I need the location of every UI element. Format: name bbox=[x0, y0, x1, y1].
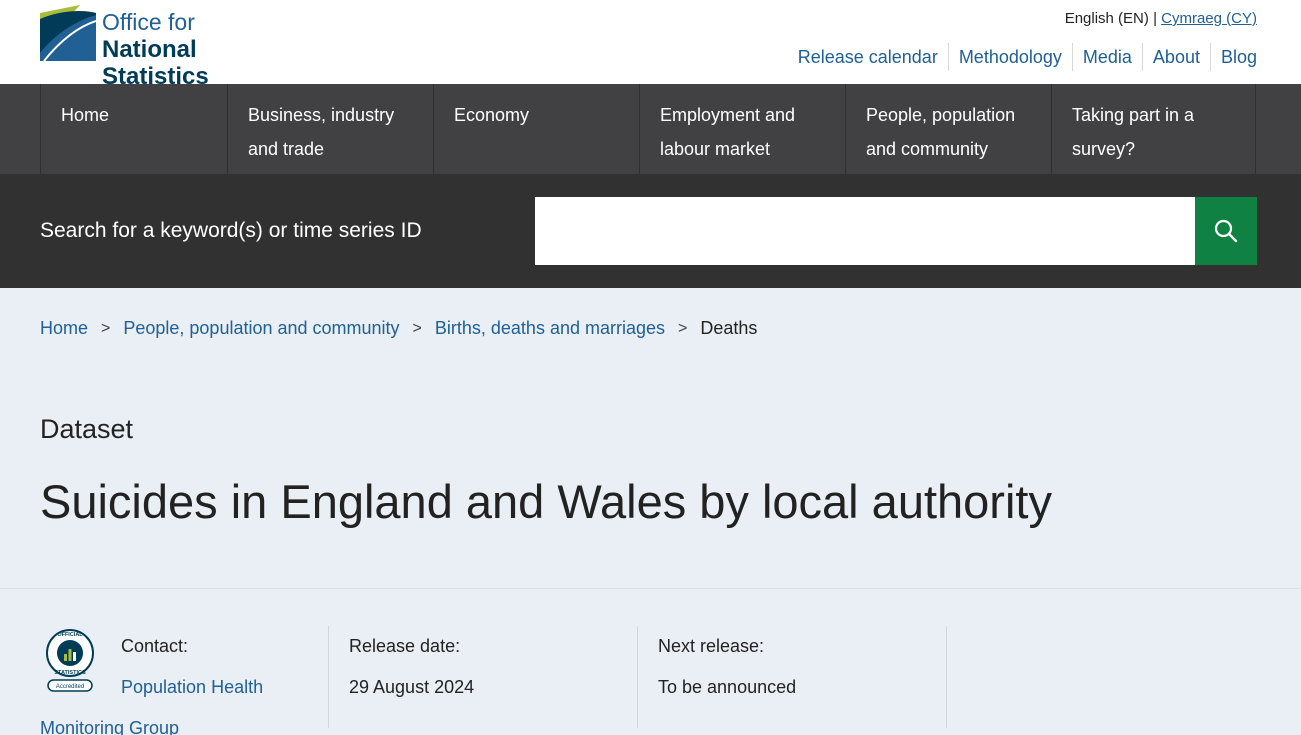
search-label: Search for a keyword(s) or time series I… bbox=[40, 219, 422, 242]
meta-divider bbox=[946, 626, 947, 728]
nav-item-label: Economy bbox=[454, 105, 530, 125]
nav-item-label: Taking part in a bbox=[1072, 105, 1195, 125]
breadcrumb-separator: > bbox=[678, 319, 688, 337]
nav-item-label: Home bbox=[61, 105, 110, 125]
release-date-value: 29 August 2024 bbox=[349, 677, 475, 697]
content-type-label: Dataset bbox=[40, 414, 134, 444]
nav-item-label: and community bbox=[866, 139, 989, 159]
logo-line-1: Office for bbox=[102, 9, 195, 35]
nav-item-employment[interactable]: Employment and labour market bbox=[639, 84, 845, 174]
ons-logo-icon bbox=[40, 5, 96, 61]
breadcrumb-separator: > bbox=[412, 319, 422, 337]
contact-link-line-2[interactable]: Monitoring Group bbox=[40, 718, 179, 735]
nav-item-economy[interactable]: Economy bbox=[433, 84, 639, 174]
next-release-label: Next release: bbox=[658, 636, 765, 656]
main-nav: Home Business, industry and trade Econom… bbox=[0, 84, 1301, 174]
page-title: Suicides in England and Wales by local a… bbox=[40, 475, 1052, 528]
meta-divider bbox=[328, 626, 329, 728]
page-header: Home > People, population and community … bbox=[0, 288, 1301, 588]
nav-item-people[interactable]: People, population and community bbox=[845, 84, 1051, 174]
breadcrumb: Home > People, population and community … bbox=[40, 318, 757, 339]
nav-item-business[interactable]: Business, industry and trade bbox=[227, 84, 433, 174]
search-bar: Search for a keyword(s) or time series I… bbox=[0, 174, 1301, 288]
nav-divider bbox=[1255, 84, 1256, 174]
nav-item-home[interactable]: Home bbox=[40, 84, 227, 174]
release-date-label: Release date: bbox=[349, 636, 461, 656]
ons-logo[interactable]: Office for National Statistics bbox=[40, 5, 310, 90]
breadcrumb-home[interactable]: Home bbox=[40, 318, 88, 339]
nav-item-label: People, population bbox=[866, 105, 1016, 125]
next-release-value: To be announced bbox=[658, 677, 797, 697]
breadcrumb-current: Deaths bbox=[700, 318, 758, 338]
release-calendar-link[interactable]: Release calendar bbox=[798, 43, 948, 71]
next-release-block: Next release: To be announced bbox=[658, 626, 938, 728]
release-date-block: Release date: 29 August 2024 bbox=[349, 626, 629, 728]
language-separator: | bbox=[1153, 10, 1157, 27]
breadcrumb-people[interactable]: People, population and community bbox=[123, 318, 399, 339]
breadcrumb-separator: > bbox=[101, 319, 111, 337]
nav-item-survey[interactable]: Taking part in a survey? bbox=[1051, 84, 1255, 174]
contact-block: Contact: Population Health Monitoring Gr… bbox=[40, 626, 330, 735]
search-input[interactable] bbox=[535, 197, 1195, 265]
search-button[interactable] bbox=[1195, 197, 1257, 265]
top-links: Release calendar Methodology Media About… bbox=[798, 43, 1257, 71]
about-link[interactable]: About bbox=[1141, 43, 1210, 71]
nav-item-label: labour market bbox=[660, 139, 771, 159]
search-icon bbox=[1214, 219, 1238, 243]
meta-divider bbox=[637, 626, 638, 728]
language-switcher: English (EN) | Cymraeg (CY) bbox=[1065, 10, 1257, 27]
logo-line-2: National Statistics bbox=[102, 36, 209, 90]
contact-link[interactable]: Population Health bbox=[121, 677, 263, 697]
language-current: English (EN) bbox=[1064, 10, 1149, 27]
blog-link[interactable]: Blog bbox=[1209, 43, 1257, 71]
nav-item-label: Employment and bbox=[660, 105, 796, 125]
dataset-meta: OFFICIAL STATISTICS Accredited Contact: … bbox=[0, 588, 1301, 735]
nav-item-label: and trade bbox=[248, 139, 325, 159]
language-welsh-link[interactable]: Cymraeg (CY) bbox=[1161, 10, 1257, 27]
methodology-link[interactable]: Methodology bbox=[947, 43, 1072, 71]
contact-label: Contact: bbox=[121, 636, 189, 656]
media-link[interactable]: Media bbox=[1071, 43, 1142, 71]
nav-item-label: survey? bbox=[1072, 139, 1136, 159]
breadcrumb-births[interactable]: Births, deaths and marriages bbox=[435, 318, 665, 339]
nav-item-label: Business, industry bbox=[248, 105, 395, 125]
site-header: Office for National Statistics English (… bbox=[0, 0, 1301, 90]
